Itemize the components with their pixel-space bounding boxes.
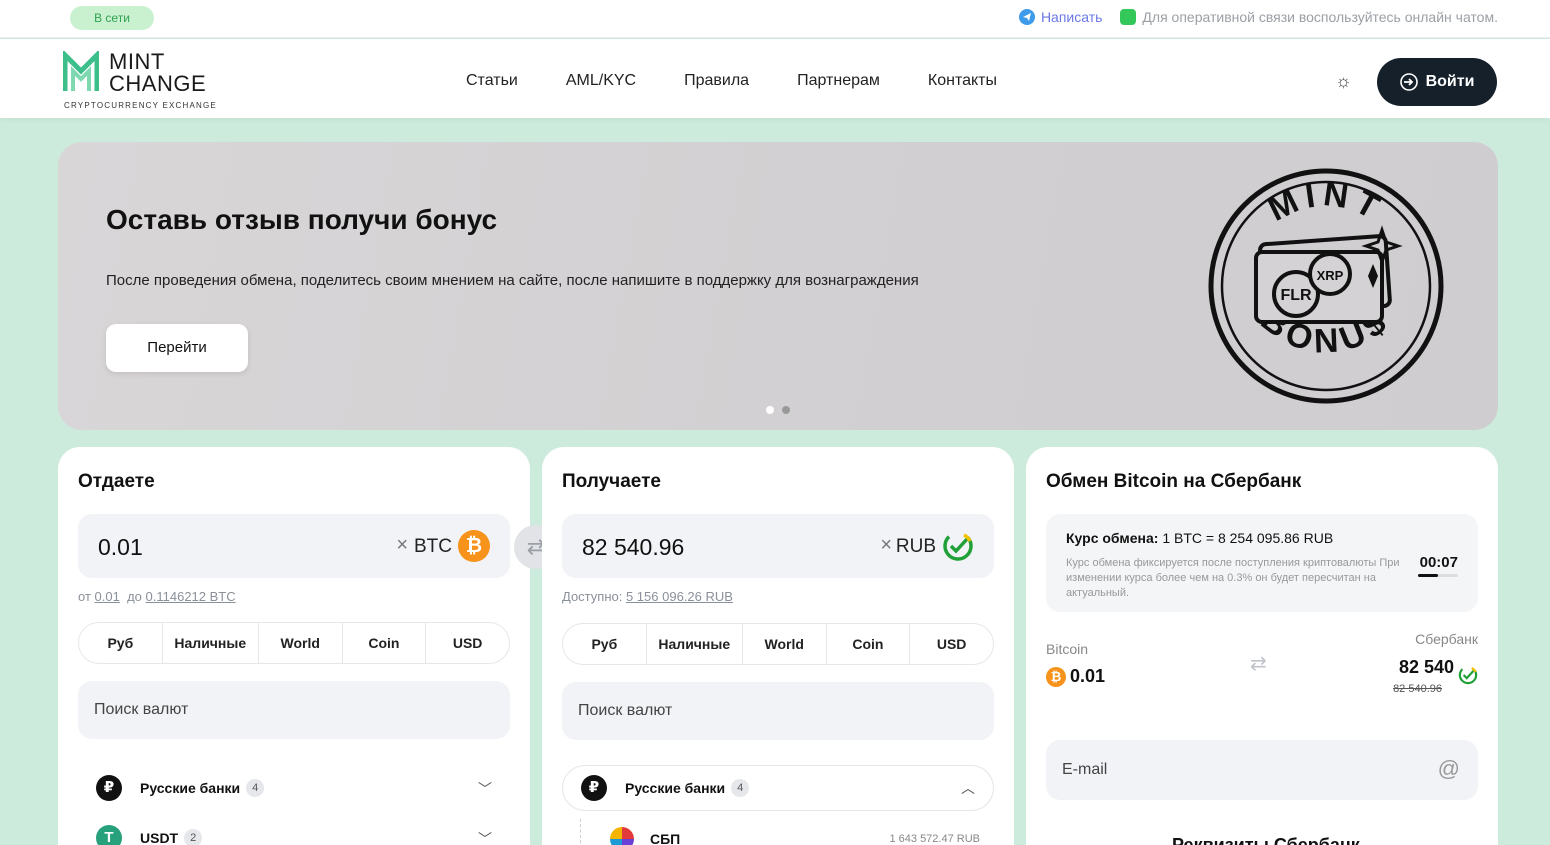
exchange-arrows-icon: ⇄ xyxy=(1250,653,1267,675)
logo-mark-icon xyxy=(63,51,99,91)
from-amount: ₿ 0.01 xyxy=(1046,666,1105,687)
give-card: Отдаете 0.01 × BTC ₿ от 0.01 до 0.114621… xyxy=(58,447,530,845)
contact-line: Написать Для оперативной связи воспользу… xyxy=(1018,9,1498,25)
sberbank-icon xyxy=(1458,665,1478,685)
get-title: Получаете xyxy=(562,471,661,492)
email-input[interactable]: E-mail @ xyxy=(1046,740,1478,800)
svg-text:XRP: XRP xyxy=(1317,268,1344,283)
at-sign-icon: @ xyxy=(1437,756,1460,781)
get-available: Доступно: 5 156 096.26 RUB xyxy=(562,589,733,604)
limit-min-link[interactable]: 0.01 xyxy=(95,589,120,604)
give-clear-icon[interactable]: × xyxy=(396,534,408,557)
bitcoin-icon: ₿ xyxy=(1046,666,1066,687)
chat-note: Для оперативной связи воспользуйтесь онл… xyxy=(1142,9,1498,25)
group-usdt[interactable]: T USDT 2 ﹀ xyxy=(78,815,510,845)
give-limits: от 0.01 до 0.1146212 BTC xyxy=(78,589,236,604)
get-card: Получаете 82 540.96 × RUB Доступно: 5 15… xyxy=(542,447,1014,845)
get-amount-field[interactable]: 82 540.96 × RUB xyxy=(562,514,994,578)
header: MINT CHANGE CRYPTOCURRENCY EXCHANGE Стат… xyxy=(0,39,1550,118)
nav-item-aml-kyc[interactable]: AML/KYC xyxy=(566,72,636,90)
from-currency-name: Bitcoin xyxy=(1046,641,1089,657)
chevron-down-icon[interactable]: ﹀ xyxy=(478,829,492,845)
exchange-info-card: Обмен Bitcoin на Сбербанк Курс обмена: 1… xyxy=(1026,447,1498,845)
svg-text:MINT: MINT xyxy=(1262,175,1390,229)
svg-text:FLR: FLR xyxy=(1280,287,1312,304)
mint-bonus-stamp-icon: MINT BONU$ FLR XRP xyxy=(1208,168,1444,404)
logo-text: MINT CHANGE xyxy=(109,49,207,96)
theme-toggle-sun-icon[interactable]: ☼ xyxy=(1335,71,1352,92)
nav-item-rules[interactable]: Правила xyxy=(684,72,749,90)
rate-box: Курс обмена: 1 BTC = 8 254 095.86 RUB Ку… xyxy=(1046,514,1478,612)
nav-item-articles[interactable]: Статьи xyxy=(466,72,518,90)
tab-world[interactable]: World xyxy=(259,623,343,663)
telegram-icon[interactable] xyxy=(1018,9,1035,25)
banner-go-button[interactable]: Перейти xyxy=(106,324,248,372)
get-amount-value[interactable]: 82 540.96 xyxy=(582,534,684,561)
to-amount-old: 82 540.96 xyxy=(1393,683,1442,695)
carousel-dot[interactable] xyxy=(782,406,790,414)
chevron-up-icon[interactable]: ︿ xyxy=(961,778,975,798)
top-bar: В сети Написать Для оперативной связи во… xyxy=(0,0,1550,38)
timer-progress-bar xyxy=(1418,574,1458,577)
tree-connector xyxy=(580,819,581,845)
ruble-icon: ₽ xyxy=(96,775,122,801)
exchange-title: Обмен Bitcoin на Сбербанк xyxy=(1046,471,1302,492)
give-category-tabs: Руб Наличные World Coin USD xyxy=(78,622,510,664)
logo[interactable]: MINT CHANGE CRYPTOCURRENCY EXCHANGE xyxy=(63,51,223,111)
group-count-badge: 4 xyxy=(731,779,750,797)
promo-banner: Оставь отзыв получи бонус После проведен… xyxy=(58,142,1498,430)
online-status-badge: В сети xyxy=(70,6,154,30)
give-currency-code[interactable]: BTC xyxy=(414,536,452,558)
chevron-down-icon[interactable]: ﹀ xyxy=(478,779,492,799)
get-category-tabs: Руб Наличные World Coin USD xyxy=(562,623,994,665)
tab-cash[interactable]: Наличные xyxy=(647,624,743,664)
logo-subtitle: CRYPTOCURRENCY EXCHANGE xyxy=(64,101,217,110)
sbp-icon xyxy=(610,827,634,845)
give-title: Отдаете xyxy=(78,471,155,492)
get-search-input[interactable]: Поиск валют xyxy=(562,682,994,740)
rate-timer: 00:07 xyxy=(1419,554,1458,571)
tether-icon: T xyxy=(96,825,122,845)
tab-coin[interactable]: Coin xyxy=(343,623,427,663)
login-button[interactable]: Войти xyxy=(1377,58,1497,106)
tab-rub[interactable]: Руб xyxy=(563,624,647,664)
give-amount-field[interactable]: 0.01 × BTC ₿ xyxy=(78,514,510,578)
bitcoin-icon: ₿ xyxy=(458,530,490,562)
carousel-dots xyxy=(766,406,790,414)
group-russian-banks[interactable]: ₽ Русские банки 4 ﹀ xyxy=(78,765,510,811)
tab-rub[interactable]: Руб xyxy=(79,623,163,663)
give-amount-value[interactable]: 0.01 xyxy=(98,534,143,561)
currency-item-sbp[interactable]: СБП 1 643 572.47 RUB xyxy=(610,827,980,845)
banner-text: После проведения обмена, поделитесь свои… xyxy=(106,272,919,289)
banner-title: Оставь отзыв получи бонус xyxy=(106,204,498,235)
tab-cash[interactable]: Наличные xyxy=(163,623,259,663)
chat-icon[interactable] xyxy=(1120,9,1137,25)
carousel-dot[interactable] xyxy=(766,406,774,414)
group-russian-banks[interactable]: ₽ Русские банки 4 ︿ xyxy=(562,765,994,811)
tab-usd[interactable]: USD xyxy=(910,624,993,664)
main-nav: Статьи AML/KYC Правила Партнерам Контакт… xyxy=(466,72,997,90)
to-amount: 82 540 xyxy=(1398,657,1454,677)
tab-usd[interactable]: USD xyxy=(426,623,509,663)
nav-item-contacts[interactable]: Контакты xyxy=(928,72,997,90)
write-link[interactable]: Написать xyxy=(1041,9,1102,25)
rate-note: Курс обмена фиксируется после поступлени… xyxy=(1066,557,1400,599)
limit-max-link[interactable]: 0.1146212 BTC xyxy=(146,589,236,604)
to-currency-name: Сбербанк xyxy=(1415,631,1478,647)
sberbank-icon xyxy=(943,531,973,561)
ruble-icon: ₽ xyxy=(581,775,607,801)
requisites-title: Реквизиты Сбербанк xyxy=(1172,835,1360,845)
get-clear-icon[interactable]: × xyxy=(880,534,892,557)
group-count-badge: 4 xyxy=(246,779,265,797)
login-arrow-icon xyxy=(1399,73,1418,91)
group-count-badge: 2 xyxy=(184,829,203,845)
get-currency-code[interactable]: RUB xyxy=(896,536,936,558)
tab-coin[interactable]: Coin xyxy=(827,624,911,664)
nav-item-partners[interactable]: Партнерам xyxy=(797,72,880,90)
rate-main: Курс обмена: 1 BTC = 8 254 095.86 RUB xyxy=(1066,530,1334,546)
give-search-input[interactable]: Поиск валют xyxy=(78,681,510,739)
tab-world[interactable]: World xyxy=(743,624,827,664)
available-link[interactable]: 5 156 096.26 RUB xyxy=(626,589,733,604)
